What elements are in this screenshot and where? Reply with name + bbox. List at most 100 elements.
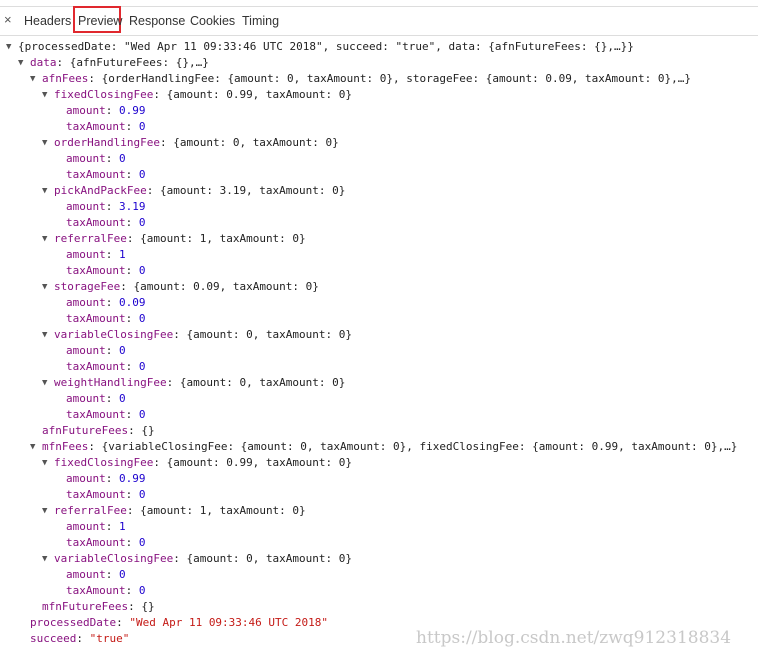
tree-row: taxAmount: 0 (66, 168, 146, 181)
object-preview: {variableClosingFee: {amount: 0, taxAmou… (101, 440, 738, 453)
property-key: taxAmount (66, 120, 126, 133)
property-value: "true" (89, 632, 130, 645)
property-key: taxAmount (66, 216, 126, 229)
property-value: 0 (138, 360, 146, 373)
tree-row[interactable]: ▼ fixedClosingFee: {amount: 0.99, taxAmou… (42, 87, 353, 103)
property-value: 0 (119, 344, 126, 357)
tree-row[interactable]: ▼ mfnFees: {variableClosingFee: {amount: … (30, 439, 738, 455)
property-key: taxAmount (66, 360, 126, 373)
property-value: 0 (138, 264, 146, 277)
expand-arrow-icon[interactable]: ▼ (30, 71, 35, 87)
property-key: taxAmount (66, 408, 126, 421)
property-key: amount (66, 200, 106, 213)
expand-arrow-icon[interactable]: ▼ (42, 279, 47, 295)
tree-row: taxAmount: 0 (66, 264, 146, 277)
expand-arrow-icon[interactable]: ▼ (42, 455, 47, 471)
tree-row: amount: 0.99 (66, 472, 146, 485)
tree-row: taxAmount: 0 (66, 488, 146, 501)
property-key: fixedClosingFee (54, 456, 154, 469)
tree-row[interactable]: ▼ {processedDate: "Wed Apr 11 09:33:46 UT… (6, 39, 634, 55)
property-key: data (30, 56, 57, 69)
property-key: taxAmount (66, 584, 126, 597)
tree-row[interactable]: ▼ variableClosingFee: {amount: 0, taxAmou… (42, 327, 352, 343)
expand-arrow-icon[interactable]: ▼ (42, 231, 47, 247)
property-key: taxAmount (66, 536, 126, 549)
object-preview: {amount: 0.99, taxAmount: 0} (166, 88, 353, 101)
watermark: https://blog.csdn.net/zwq912318834 (416, 628, 732, 648)
object-preview: {amount: 3.19, taxAmount: 0} (159, 184, 346, 197)
tree-row: processedDate: "Wed Apr 11 09:33:46 UTC … (30, 616, 329, 629)
tree-row[interactable]: ▼ orderHandlingFee: {amount: 0, taxAmount… (42, 135, 339, 151)
object-preview: {afnFutureFees: {},…} (69, 56, 209, 69)
expand-arrow-icon[interactable]: ▼ (42, 135, 47, 151)
property-key: succeed (30, 632, 77, 645)
property-key: storageFee (54, 280, 121, 293)
object-preview: {amount: 1, taxAmount: 0} (140, 232, 306, 245)
tree-row[interactable]: ▼ afnFees: {orderHandlingFee: {amount: 0,… (30, 71, 691, 87)
property-key: weightHandlingFee (54, 376, 167, 389)
tree-row: taxAmount: 0 (66, 408, 146, 421)
tree-row: taxAmount: 0 (66, 584, 146, 597)
property-key: pickAndPackFee (54, 184, 147, 197)
tree-row: amount: 1 (66, 248, 126, 261)
tree-row: succeed: "true" (30, 632, 130, 645)
tree-row: mfnFutureFees: {} (42, 600, 155, 613)
property-value: 0 (119, 568, 126, 581)
expand-arrow-icon[interactable]: ▼ (42, 375, 47, 391)
property-value: 0.99 (119, 472, 146, 485)
expand-arrow-icon[interactable]: ▼ (18, 55, 23, 71)
tree-row[interactable]: ▼ data: {afnFutureFees: {},…} (18, 55, 209, 71)
object-preview: {} (141, 600, 155, 613)
network-detail-tabs: × Headers Preview Response Cookies Timin… (0, 6, 758, 36)
property-value: 0 (138, 120, 146, 133)
tree-row[interactable]: ▼ referralFee: {amount: 1, taxAmount: 0} (42, 503, 306, 519)
tab-timing[interactable]: Timing (242, 14, 279, 28)
object-preview: {amount: 0.09, taxAmount: 0} (133, 280, 319, 293)
tab-headers[interactable]: Headers (24, 14, 71, 28)
property-key: amount (66, 104, 106, 117)
property-key: amount (66, 392, 106, 405)
tree-row[interactable]: ▼ variableClosingFee: {amount: 0, taxAmou… (42, 551, 352, 567)
property-value: 0 (138, 216, 146, 229)
tree-row: taxAmount: 0 (66, 120, 146, 133)
expand-arrow-icon[interactable]: ▼ (42, 503, 47, 519)
object-preview: {processedDate: "Wed Apr 11 09:33:46 UTC… (18, 40, 634, 53)
tree-row[interactable]: ▼ fixedClosingFee: {amount: 0.99, taxAmou… (42, 455, 353, 471)
expand-arrow-icon[interactable]: ▼ (30, 439, 35, 455)
property-key: afnFees (42, 72, 89, 85)
expand-arrow-icon[interactable]: ▼ (42, 87, 47, 103)
tree-row[interactable]: ▼ storageFee: {amount: 0.09, taxAmount: 0… (42, 279, 319, 295)
expand-arrow-icon[interactable]: ▼ (42, 183, 47, 199)
expand-arrow-icon[interactable]: ▼ (42, 551, 47, 567)
tree-row: amount: 0.99 (66, 104, 146, 117)
tree-row: amount: 0 (66, 344, 126, 357)
property-value: "Wed Apr 11 09:33:46 UTC 2018" (129, 616, 329, 629)
tree-row[interactable]: ▼ weightHandlingFee: {amount: 0, taxAmoun… (42, 375, 345, 391)
tab-preview[interactable]: Preview (78, 14, 122, 28)
object-preview: {amount: 1, taxAmount: 0} (140, 504, 306, 517)
tree-row: amount: 1 (66, 520, 126, 533)
property-value: 0 (138, 312, 146, 325)
property-key: variableClosingFee (54, 552, 174, 565)
property-key: taxAmount (66, 488, 126, 501)
expand-arrow-icon[interactable]: ▼ (6, 39, 11, 55)
property-key: mfnFees (42, 440, 89, 453)
property-value: 3.19 (119, 200, 146, 213)
property-key: amount (66, 568, 106, 581)
tree-row: afnFutureFees: {} (42, 424, 155, 437)
tree-row[interactable]: ▼ pickAndPackFee: {amount: 3.19, taxAmoun… (42, 183, 346, 199)
property-value: 0 (119, 152, 126, 165)
expand-arrow-icon[interactable]: ▼ (42, 327, 47, 343)
object-preview: {amount: 0.99, taxAmount: 0} (166, 456, 353, 469)
property-key: afnFutureFees (42, 424, 129, 437)
property-value: 0 (119, 392, 126, 405)
tab-cookies[interactable]: Cookies (190, 14, 235, 28)
tree-row: amount: 0 (66, 152, 126, 165)
close-icon[interactable]: × (4, 12, 12, 27)
property-key: variableClosingFee (54, 328, 174, 341)
property-key: mfnFutureFees (42, 600, 129, 613)
tab-response[interactable]: Response (129, 14, 185, 28)
property-key: referralFee (54, 232, 127, 245)
tree-row[interactable]: ▼ referralFee: {amount: 1, taxAmount: 0} (42, 231, 306, 247)
object-preview: {amount: 0, taxAmount: 0} (173, 136, 339, 149)
